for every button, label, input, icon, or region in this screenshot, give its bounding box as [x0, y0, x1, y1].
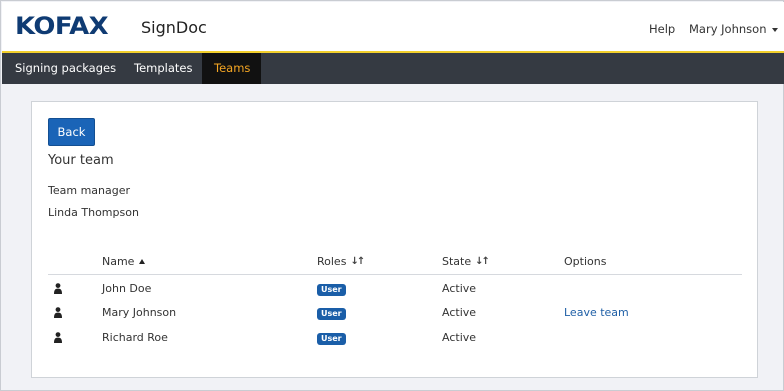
role-badge: User	[317, 284, 346, 296]
product-name: SignDoc	[141, 18, 207, 37]
main-nav: Signing packages Templates Teams	[2, 53, 784, 84]
kofax-logo: KOFAX	[15, 12, 109, 40]
app-window: KOFAX SignDoc Help Mary Johnson Signing …	[0, 0, 784, 391]
table-header-divider	[48, 274, 742, 275]
column-header-options: Options	[564, 255, 606, 268]
column-header-name-label: Name	[102, 255, 135, 268]
member-state: Active	[442, 306, 477, 319]
back-button[interactable]: Back	[48, 118, 95, 146]
team-card: Back Your team Team manager Linda Thomps…	[31, 101, 758, 378]
table-row: John Doe User Active	[32, 277, 757, 302]
member-name: Richard Roe	[102, 331, 168, 344]
user-icon	[54, 283, 62, 294]
column-header-state-label: State	[442, 255, 472, 268]
member-name: Mary Johnson	[102, 306, 177, 319]
help-link[interactable]: Help	[649, 22, 675, 36]
nav-item-teams[interactable]: Teams	[202, 53, 261, 84]
column-header-options-label: Options	[564, 255, 607, 268]
table-row: Richard Roe User Active	[32, 326, 757, 351]
nav-item-templates[interactable]: Templates	[122, 53, 204, 84]
user-icon	[54, 332, 62, 343]
member-state: Active	[442, 282, 477, 295]
member-state: Active	[442, 331, 477, 344]
column-header-roles[interactable]: Roles ↓↑	[317, 255, 365, 268]
user-name: Mary Johnson	[689, 22, 767, 36]
member-name: John Doe	[102, 282, 152, 295]
sort-both-icon: ↓↑	[475, 256, 490, 267]
caret-down-icon	[772, 28, 779, 32]
column-header-name[interactable]: Name	[102, 255, 146, 268]
team-manager-name: Linda Thompson	[48, 206, 139, 219]
user-icon	[54, 307, 62, 318]
column-header-state[interactable]: State ↓↑	[442, 255, 490, 268]
user-menu[interactable]: Mary Johnson	[689, 22, 779, 36]
table-row: Mary Johnson User Active Leave team	[32, 301, 757, 326]
team-manager-label: Team manager	[48, 184, 131, 197]
role-badge: User	[317, 333, 346, 345]
column-header-roles-label: Roles	[317, 255, 347, 268]
sort-ascending-icon	[139, 259, 146, 264]
role-badge: User	[317, 308, 346, 320]
sort-both-icon: ↓↑	[350, 256, 365, 267]
header-bar: KOFAX SignDoc Help Mary Johnson	[2, 2, 784, 52]
leave-team-link[interactable]: Leave team	[564, 306, 629, 319]
nav-item-signing-packages[interactable]: Signing packages	[3, 53, 128, 84]
section-title: Your team	[48, 153, 114, 168]
